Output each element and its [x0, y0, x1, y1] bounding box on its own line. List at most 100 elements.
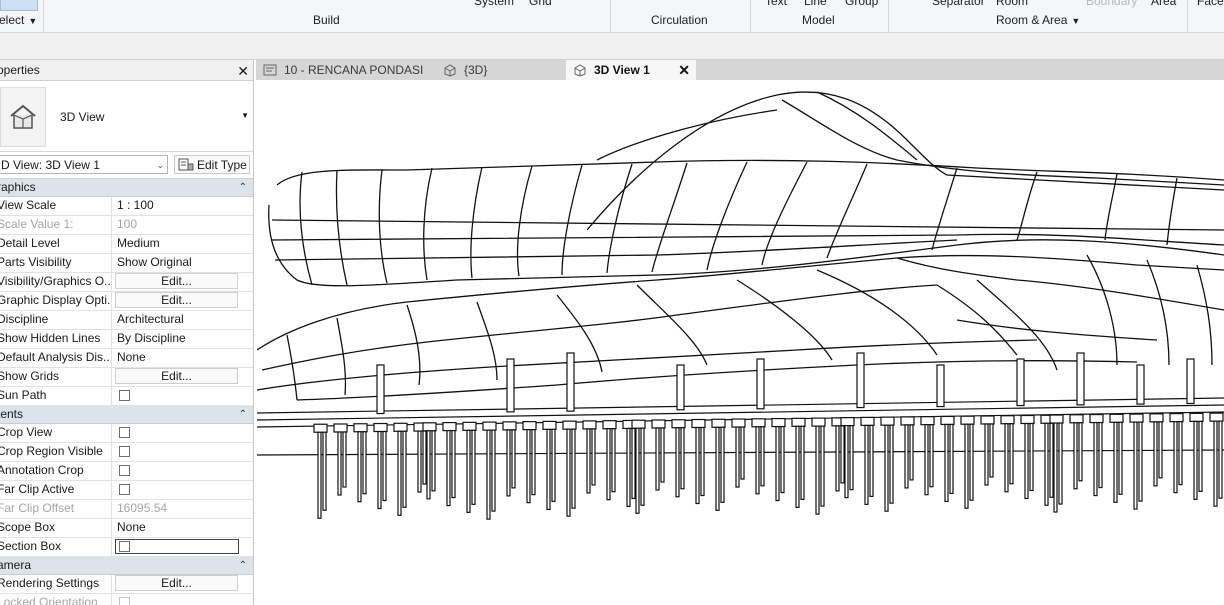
view-tab[interactable]: 3D View 1 ✕: [566, 60, 696, 80]
property-row: Parts Visibility Show Original: [0, 254, 253, 273]
property-grid: raphics ⌃ View Scale 1 : 100 Scale Value 1: 1…: [0, 179, 253, 605]
close-icon[interactable]: ✕: [237, 61, 249, 81]
separator-button-label[interactable]: Separator: [932, 0, 985, 8]
property-row: Discipline Architectural: [0, 311, 253, 330]
panel-room-area-dropdown[interactable]: Room & Area ▼: [996, 13, 1080, 27]
edit-button[interactable]: Edit...: [115, 368, 238, 384]
system-button-label[interactable]: System: [474, 0, 514, 8]
property-row: Locked Orientation: [0, 594, 253, 605]
section-title: amera: [0, 558, 32, 572]
section-header[interactable]: amera ⌃: [0, 557, 253, 575]
property-label: Locked Orientation: [0, 594, 112, 605]
property-checkbox[interactable]: [119, 465, 130, 476]
3d-view-icon: [574, 64, 586, 77]
property-label: Sun Path: [0, 387, 112, 405]
property-row: Scale Value 1: 100: [0, 216, 253, 235]
property-value[interactable]: Show Original: [117, 254, 239, 272]
panel-build-label: Build: [313, 13, 340, 27]
property-label: Parts Visibility: [0, 254, 112, 272]
property-label: Scope Box: [0, 519, 112, 537]
view-tab[interactable]: {3D}: [436, 60, 566, 80]
property-value[interactable]: None: [117, 519, 239, 537]
type-name: 3D View: [60, 110, 105, 124]
property-label: Section Box: [0, 538, 112, 556]
property-row: Crop Region Visible: [0, 443, 253, 462]
3d-view-icon: [444, 64, 456, 77]
building-wireframe-model: [257, 91, 1224, 520]
select-button-highlight[interactable]: [0, 0, 38, 11]
property-row: Rendering Settings Edit...: [0, 575, 253, 594]
property-row: Detail Level Medium: [0, 235, 253, 254]
property-label: View Scale: [0, 197, 112, 215]
edit-type-icon: [178, 158, 194, 171]
panel-model-label: Model: [802, 13, 835, 27]
section-header[interactable]: tents ⌃: [0, 406, 253, 424]
property-value[interactable]: Architectural: [117, 311, 239, 329]
property-row: Sun Path: [0, 387, 253, 406]
property-row: Default Analysis Dis... None: [0, 349, 253, 368]
edit-button[interactable]: Edit...: [115, 292, 238, 308]
property-label: Graphic Display Opti...: [0, 292, 112, 310]
select-dropdown[interactable]: elect ▼: [0, 13, 37, 27]
line-button-label[interactable]: Line: [804, 0, 827, 8]
property-checkbox[interactable]: [119, 427, 130, 438]
property-row: Far Clip Active: [0, 481, 253, 500]
edit-button[interactable]: Edit...: [115, 575, 238, 591]
property-row: Crop View: [0, 424, 253, 443]
property-value: 16095.54: [117, 501, 168, 515]
chevron-down-icon: ⌄: [156, 160, 164, 170]
property-label: Crop Region Visible: [0, 443, 112, 461]
property-label: Far Clip Offset: [0, 500, 112, 518]
property-label: Rendering Settings: [0, 575, 112, 593]
property-value[interactable]: By Discipline: [117, 330, 239, 348]
property-label: Detail Level: [0, 235, 112, 253]
property-value[interactable]: 1 : 100: [117, 197, 239, 215]
floor-plan-icon: [263, 64, 277, 76]
property-checkbox[interactable]: [119, 484, 130, 495]
property-label: Annotation Crop: [0, 462, 112, 480]
property-row: Show Grids Edit...: [0, 368, 253, 387]
collapse-icon[interactable]: ⌃: [239, 557, 247, 574]
close-tab-icon[interactable]: ✕: [678, 60, 690, 80]
properties-panel: operties ✕ 3D View ▼ D View: 3D View 1 ⌄ …: [0, 60, 254, 605]
property-label: Discipline: [0, 311, 112, 329]
section-title: raphics: [0, 180, 36, 194]
collapse-icon[interactable]: ⌃: [239, 406, 247, 423]
property-checkbox: [119, 597, 130, 605]
property-label: Show Hidden Lines: [0, 330, 112, 348]
property-checkbox[interactable]: [119, 390, 130, 401]
instance-row: D View: 3D View 1 ⌄ Edit Type: [0, 152, 253, 179]
ribbon: elect ▼ System Grid Build Circulation Tex…: [0, 0, 1224, 33]
property-label: Far Clip Active: [0, 481, 112, 499]
property-row: Far Clip Offset 16095.54: [0, 500, 253, 519]
view-tabs: 10 - RENCANA PONDASI {3D} 3D View 1 ✕: [256, 60, 1224, 80]
chevron-down-icon[interactable]: ▼: [241, 111, 249, 120]
room-button-label[interactable]: Room: [996, 0, 1028, 8]
property-value[interactable]: None: [117, 349, 239, 367]
property-checkbox[interactable]: [119, 541, 130, 552]
property-label: Default Analysis Dis...: [0, 349, 112, 367]
edit-button[interactable]: Edit...: [115, 273, 238, 289]
area-button-label[interactable]: Area: [1151, 0, 1176, 8]
property-label: Visibility/Graphics O...: [0, 273, 112, 291]
property-row: View Scale 1 : 100: [0, 197, 253, 216]
view-instance-dropdown[interactable]: D View: 3D View 1 ⌄: [0, 155, 168, 174]
section-title: tents: [0, 407, 24, 421]
text-button-label[interactable]: Text: [765, 0, 787, 8]
3d-view-canvas[interactable]: [257, 80, 1224, 605]
group-button-label[interactable]: Group: [845, 0, 878, 8]
type-selector[interactable]: 3D View ▼: [0, 81, 253, 152]
panel-circulation-label: Circulation: [651, 13, 708, 27]
3d-view-type-icon: [0, 87, 46, 147]
property-label: Scale Value 1:: [0, 216, 112, 234]
face-button-label[interactable]: Face: [1197, 0, 1224, 8]
property-row: Annotation Crop: [0, 462, 253, 481]
property-checkbox[interactable]: [119, 446, 130, 457]
edit-type-button[interactable]: Edit Type: [174, 155, 250, 174]
view-tab[interactable]: 10 - RENCANA PONDASI: [256, 60, 436, 80]
property-value[interactable]: Medium: [117, 235, 239, 253]
property-value: 100: [117, 217, 138, 231]
grid-button-label[interactable]: Grid: [529, 0, 552, 8]
section-header[interactable]: raphics ⌃: [0, 179, 253, 197]
collapse-icon[interactable]: ⌃: [239, 179, 247, 196]
